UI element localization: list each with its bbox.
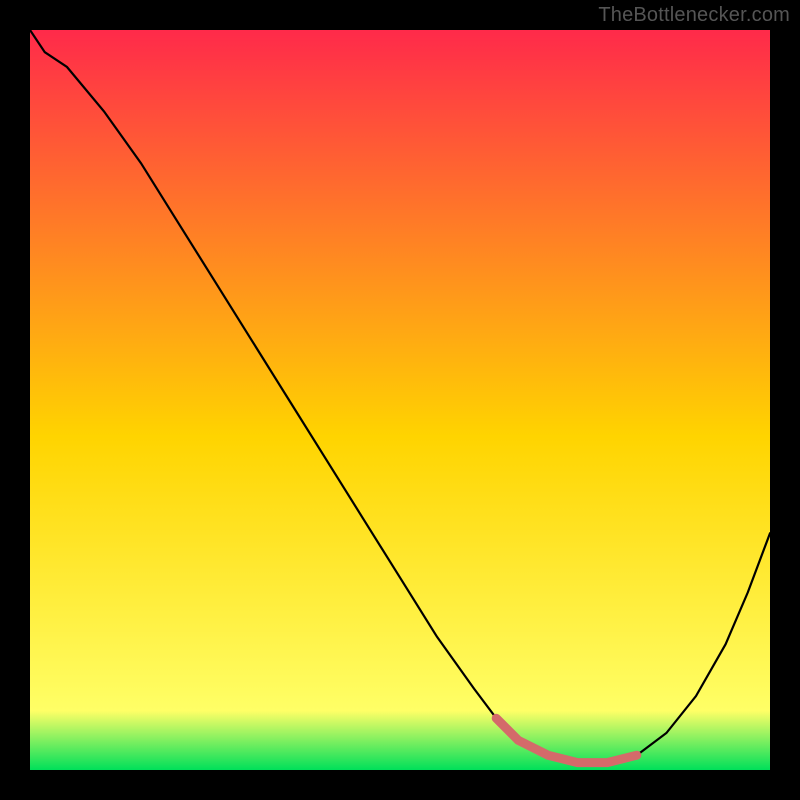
chart-plot xyxy=(30,30,770,770)
watermark-text: TheBottlenecker.com xyxy=(598,4,790,27)
chart-container: TheBottlenecker.com xyxy=(0,0,800,800)
gradient-background xyxy=(30,30,770,770)
